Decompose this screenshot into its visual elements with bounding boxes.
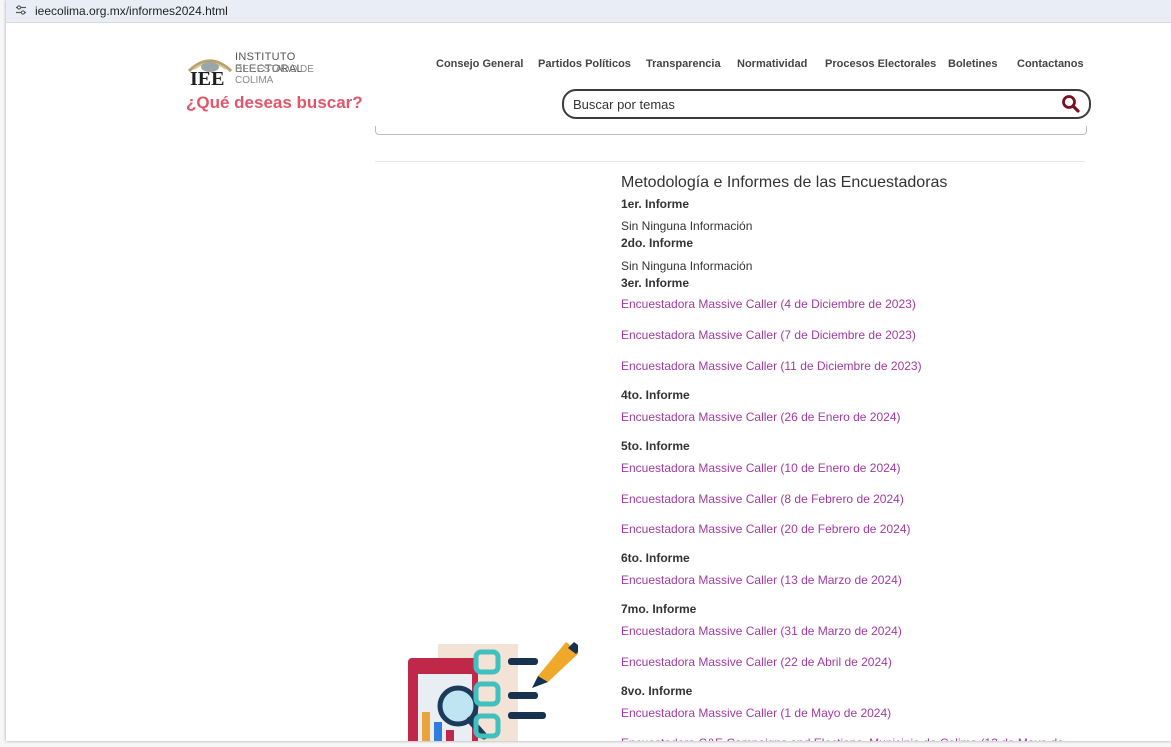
report-link[interactable]: Encuestadora Massive Caller (4 de Diciem… <box>621 297 916 311</box>
iee-logo[interactable]: IEE INSTITUTO ELECTORAL DEL ESTADO DE CO… <box>186 49 346 90</box>
report-link[interactable]: Encuestadora Massive Caller (13 de Marzo… <box>621 573 902 587</box>
browser-page: ieecolima.org.mx/informes2024.html IEE I… <box>6 0 1171 741</box>
nav-consejo-general[interactable]: Consejo General <box>436 58 523 70</box>
logo-line-2: DEL ESTADO DE COLIMA <box>235 64 314 86</box>
report-link[interactable]: Encuestadora Massive Caller (10 de Enero… <box>621 461 901 475</box>
report-link[interactable]: Encuestadora C&E Campaigns and Elections… <box>621 736 1064 741</box>
report-link[interactable]: Encuestadora Massive Caller (31 de Marzo… <box>621 624 902 638</box>
search-prompt: ¿Qué deseas buscar? <box>186 93 363 112</box>
report-heading: 2do. Informe <box>621 236 694 250</box>
report-heading: 6to. Informe <box>621 551 690 565</box>
report-link[interactable]: Encuestadora Massive Caller (7 de Diciem… <box>621 328 916 342</box>
filter-box <box>375 126 1087 135</box>
url-text[interactable]: ieecolima.org.mx/informes2024.html <box>35 4 228 18</box>
report-link[interactable]: Encuestadora Massive Caller (8 de Febrer… <box>621 492 904 506</box>
report-heading: 3er. Informe <box>621 276 690 290</box>
seal-text: IEE <box>190 68 225 90</box>
search-icon[interactable] <box>1061 94 1081 114</box>
search-box[interactable] <box>562 89 1091 119</box>
report-heading: 7mo. Informe <box>621 602 697 616</box>
report-link[interactable]: Encuestadora Massive Caller (11 de Dicie… <box>621 359 922 373</box>
report-link[interactable]: Encuestadora Massive Caller (26 de Enero… <box>621 410 901 424</box>
site-header: IEE INSTITUTO ELECTORAL DEL ESTADO DE CO… <box>6 36 1171 126</box>
nav-normatividad[interactable]: Normatividad <box>737 58 807 70</box>
report-heading: 5to. Informe <box>621 439 690 453</box>
section-title: Metodología e Informes de las Encuestado… <box>621 174 948 191</box>
report-heading: 1er. Informe <box>621 197 690 211</box>
search-input[interactable] <box>573 94 1043 114</box>
nav-transparencia[interactable]: Transparencia <box>646 58 721 70</box>
nav-procesos-electorales[interactable]: Procesos Electorales <box>825 58 936 70</box>
report-heading: 4to. Informe <box>621 388 690 402</box>
nav-contactanos[interactable]: Contactanos <box>1017 58 1084 70</box>
report-link[interactable]: Encuestadora Massive Caller (1 de Mayo d… <box>621 706 891 720</box>
survey-report-illustration <box>408 642 578 741</box>
divider <box>375 161 1085 162</box>
nav-boletines[interactable]: Boletines <box>948 58 998 70</box>
site-info-icon[interactable] <box>14 4 28 18</box>
no-info-note: Sin Ninguna Información <box>621 219 753 233</box>
address-bar[interactable]: ieecolima.org.mx/informes2024.html <box>6 0 1171 23</box>
no-info-note: Sin Ninguna Información <box>621 259 753 273</box>
report-link[interactable]: Encuestadora Massive Caller (20 de Febre… <box>621 522 911 536</box>
report-link[interactable]: Encuestadora Massive Caller (22 de Abril… <box>621 655 892 669</box>
nav-partidos-politicos[interactable]: Partidos Políticos <box>538 58 631 70</box>
report-heading: 8vo. Informe <box>621 684 693 698</box>
